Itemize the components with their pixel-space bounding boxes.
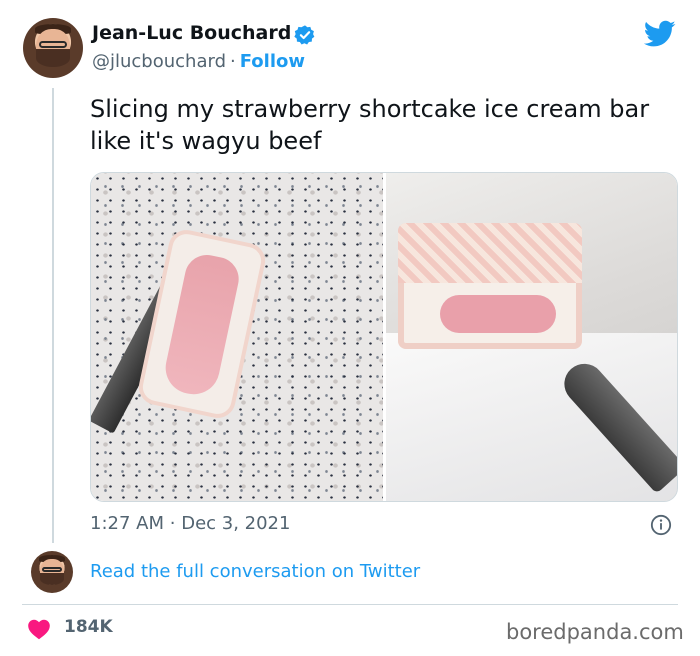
twitter-bird-icon[interactable] — [644, 20, 676, 48]
tweet-timestamp[interactable]: 1:27 AM · Dec 3, 2021 — [90, 513, 290, 534]
handle-row: @jlucbouchard · Follow — [92, 51, 305, 72]
tweet-text: Slicing my strawberry shortcake ice crea… — [90, 95, 650, 155]
verified-badge-icon — [294, 25, 315, 45]
follow-button[interactable]: Follow — [240, 51, 305, 72]
read-conversation-link[interactable]: Read the full conversation on Twitter — [90, 561, 420, 582]
heart-icon[interactable] — [27, 618, 51, 640]
photo-ice-cream-bar-wrapper[interactable] — [385, 173, 677, 501]
tweet-time: 1:27 AM — [90, 513, 164, 534]
thread-line — [52, 88, 54, 543]
separator: · — [169, 513, 176, 534]
author-avatar-small[interactable] — [31, 551, 73, 593]
likes-count[interactable]: 184K — [64, 617, 113, 637]
info-icon[interactable] — [650, 514, 672, 536]
separator: · — [230, 51, 236, 72]
author-name[interactable]: Jean-Luc Bouchard — [92, 22, 291, 44]
divider — [22, 604, 678, 605]
tweet-media[interactable] — [90, 172, 678, 502]
ice-cream-bar-shape — [397, 223, 582, 349]
photo-ice-cream-on-knife[interactable] — [91, 173, 383, 501]
ice-cream-slice-shape — [135, 226, 269, 422]
author-handle[interactable]: @jlucbouchard — [92, 51, 226, 72]
tweet-date: Dec 3, 2021 — [181, 513, 291, 534]
watermark: boredpanda.com — [506, 620, 684, 644]
author-avatar[interactable] — [23, 18, 83, 78]
